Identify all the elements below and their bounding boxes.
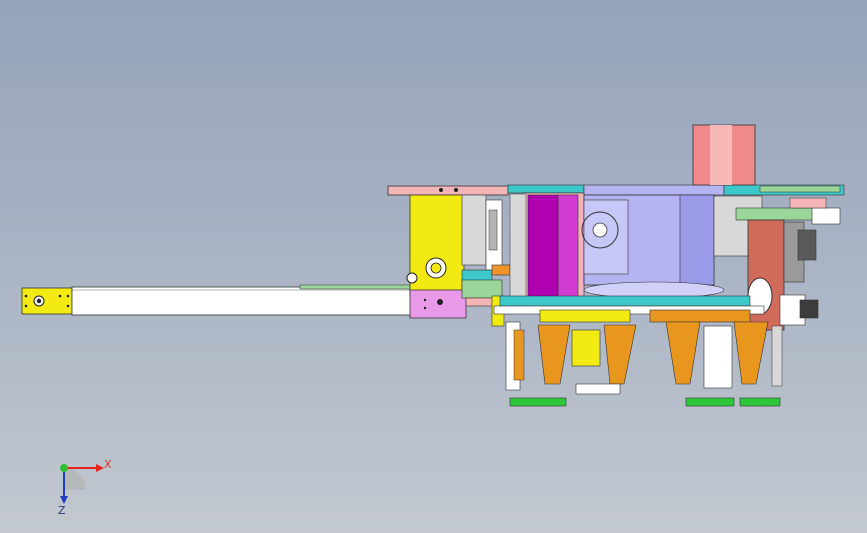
- magenta-column[interactable]: [509, 192, 585, 301]
- gripper-right[interactable]: [665, 321, 783, 407]
- assembly-model[interactable]: [0, 0, 867, 533]
- gripper-left[interactable]: [505, 321, 637, 407]
- y-axis-icon: [60, 464, 68, 472]
- z-arrow-icon: [60, 496, 68, 504]
- turntable-unit[interactable]: [581, 194, 725, 299]
- cad-viewport[interactable]: X Z: [0, 0, 867, 533]
- base-plate[interactable]: [493, 295, 765, 323]
- x-arrow-icon: [96, 464, 104, 472]
- axis-z-label: Z: [58, 504, 66, 517]
- axis-x-label: X: [104, 458, 112, 471]
- extension-arm[interactable]: [21, 284, 413, 316]
- motor-cylinder[interactable]: [692, 124, 756, 186]
- triad-plane: [64, 468, 86, 490]
